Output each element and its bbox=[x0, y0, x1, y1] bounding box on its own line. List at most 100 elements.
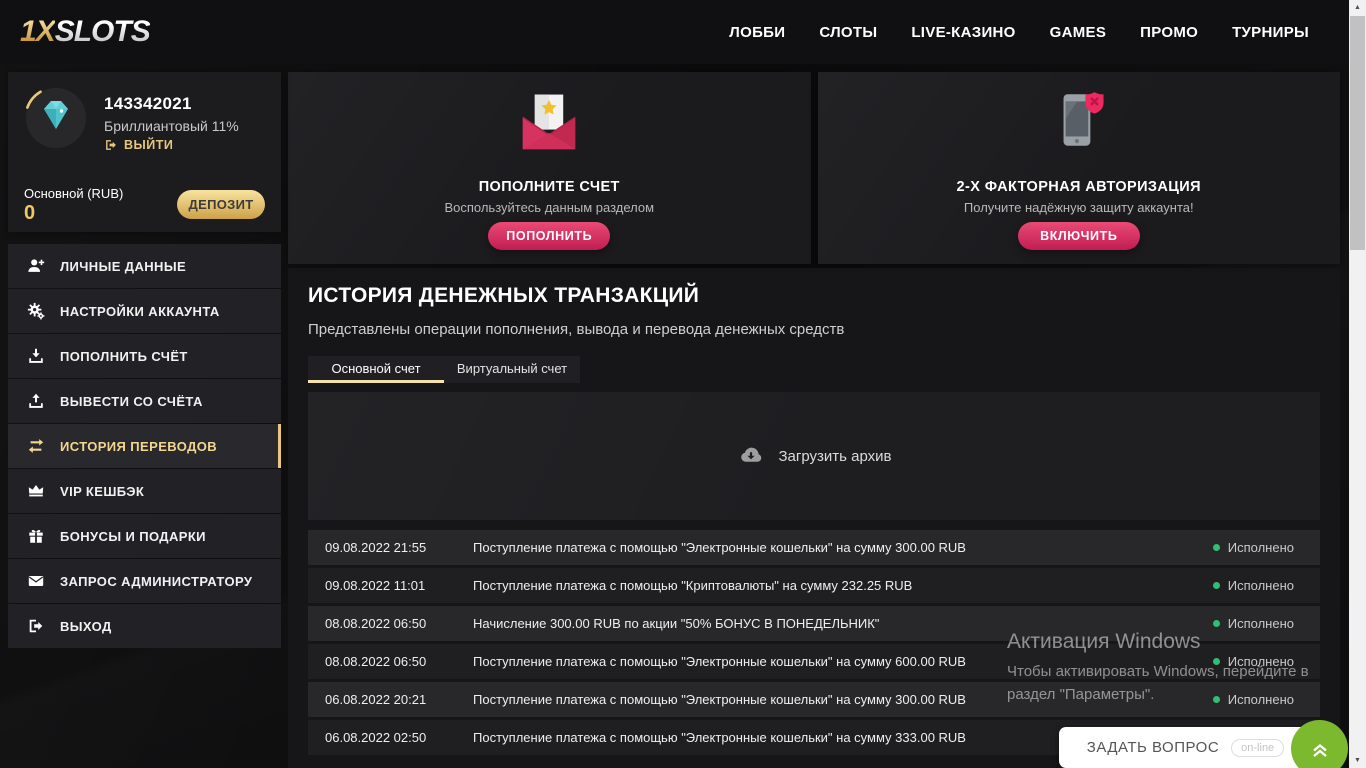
online-badge: on-line bbox=[1231, 738, 1285, 757]
ask-question-widget[interactable]: ЗАДАТЬ ВОПРОС on-line bbox=[1059, 727, 1312, 768]
promo-card-subtitle: Получите надёжную защиту аккаунта! bbox=[963, 200, 1194, 215]
site-logo[interactable]: 1XSLOTS bbox=[20, 15, 151, 48]
chat-fab-button[interactable] bbox=[1291, 720, 1348, 768]
section-subtitle: Представлены операции пополнения, вывода… bbox=[308, 321, 845, 338]
account-tab[interactable]: Основной счет bbox=[308, 356, 444, 383]
transaction-history-section: ИСТОРИЯ ДЕНЕЖНЫХ ТРАНЗАКЦИЙ Представлены… bbox=[288, 268, 1340, 768]
transaction-description: Поступление платежа с помощью "Электронн… bbox=[473, 692, 966, 707]
sidebar-menu-item[interactable]: ВЫХОД bbox=[8, 604, 281, 648]
download-archive-button[interactable]: Загрузить архив bbox=[308, 392, 1320, 520]
transaction-status: Исполнено bbox=[1212, 578, 1294, 593]
transaction-date: 09.08.2022 11:01 bbox=[325, 578, 426, 593]
logo-1x: 1X bbox=[20, 15, 56, 48]
sidebar-menu-item[interactable]: НАСТРОЙКИ АККАУНТА bbox=[8, 289, 281, 333]
sidebar-menu-item[interactable]: VIP КЕШБЭК bbox=[8, 469, 281, 513]
promo-card-title: 2-Х ФАКТОРНАЯ АВТОРИЗАЦИЯ bbox=[956, 179, 1201, 195]
transaction-description: Поступление платежа с помощью "Электронн… bbox=[473, 540, 966, 555]
nav-item[interactable]: LIVE-КАЗИНО bbox=[911, 24, 1015, 41]
status-dot-icon bbox=[1212, 620, 1220, 627]
sidebar-menu-item-label: ВЫВЕСТИ СО СЧЁТА bbox=[60, 393, 203, 409]
page: 1XSLOTS ЛОББИ СЛОТЫ LIVE-КАЗИНО GAMES ПРОМО Т… bbox=[0, 0, 1366, 768]
account-sidebar: 143342021 Бриллиантовый 11% ВЫЙТИ Основн… bbox=[8, 72, 281, 649]
promo-card-subtitle: Воспользуйтесь данным разделом bbox=[444, 200, 655, 215]
status-dot-icon bbox=[1212, 544, 1220, 551]
sidebar-menu-item-label: БОНУСЫ И ПОДАРКИ bbox=[60, 528, 206, 544]
person-add-icon bbox=[26, 256, 46, 276]
wallet-balance: 0 bbox=[24, 202, 36, 224]
status-label: Исполнено bbox=[1227, 540, 1294, 555]
phone-shield-icon bbox=[818, 88, 1341, 154]
transaction-date: 08.08.2022 06:50 bbox=[325, 616, 427, 631]
nav-item[interactable]: GAMES bbox=[1050, 24, 1107, 41]
logout-icon bbox=[106, 140, 116, 150]
sidebar-menu-item[interactable]: ЗАПРОС АДМИНИСТРАТОРУ bbox=[8, 559, 281, 603]
sidebar-menu-item-label: VIP КЕШБЭК bbox=[60, 483, 145, 499]
status-dot-icon bbox=[1212, 658, 1220, 665]
transaction-date: 06.08.2022 20:21 bbox=[325, 692, 427, 707]
section-title: ИСТОРИЯ ДЕНЕЖНЫХ ТРАНЗАКЦИЙ bbox=[308, 284, 700, 307]
status-dot-icon bbox=[1212, 696, 1220, 703]
transaction-description: Начисление 300.00 RUB по акции "50% БОНУ… bbox=[473, 616, 880, 631]
transaction-row[interactable]: 09.08.2022 11:01 Поступление платежа с п… bbox=[308, 568, 1320, 603]
nav-item[interactable]: ТУРНИРЫ bbox=[1232, 24, 1309, 41]
envelope-icon bbox=[26, 571, 46, 591]
nav-item[interactable]: ЛОББИ bbox=[729, 24, 785, 41]
promo-card-title: ПОПОЛНИТЕ СЧЕТ bbox=[478, 179, 620, 195]
sidebar-menu-item[interactable]: ЛИЧНЫЕ ДАННЫЕ bbox=[8, 244, 281, 288]
user-level: Бриллиантовый 11% bbox=[104, 118, 239, 134]
sidebar-menu-item-label: ЗАПРОС АДМИНИСТРАТОРУ bbox=[60, 573, 253, 589]
sidebar-menu-item[interactable]: БОНУСЫ И ПОДАРКИ bbox=[8, 514, 281, 558]
download-archive-label: Загрузить архив bbox=[778, 447, 892, 465]
sidebar-menu-item-label: ЛИЧНЫЕ ДАННЫЕ bbox=[60, 258, 187, 274]
deposit-button[interactable]: ДЕПОЗИТ bbox=[177, 190, 265, 219]
deposit-icon bbox=[26, 346, 46, 366]
transaction-description: Поступление платежа с помощью "Криптовал… bbox=[473, 578, 913, 593]
transaction-status: Исполнено bbox=[1212, 654, 1294, 669]
logout-link[interactable]: ВЫЙТИ bbox=[104, 138, 173, 152]
scrollbar-thumb[interactable] bbox=[1350, 16, 1365, 250]
status-label: Исполнено bbox=[1227, 654, 1294, 669]
page-scrollbar[interactable]: ▲ ▼ bbox=[1349, 0, 1366, 768]
transaction-row[interactable]: 06.08.2022 20:21 Поступление платежа с п… bbox=[308, 682, 1320, 717]
withdraw-icon bbox=[26, 391, 46, 411]
diamond-avatar bbox=[24, 86, 88, 150]
status-label: Исполнено bbox=[1227, 692, 1294, 707]
status-dot-icon bbox=[1212, 582, 1220, 589]
promo-card: 2-Х ФАКТОРНАЯ АВТОРИЗАЦИЯ Получите надёж… bbox=[817, 72, 1341, 264]
sidebar-menu-item[interactable]: ВЫВЕСТИ СО СЧЁТА bbox=[8, 379, 281, 423]
transaction-table: 09.08.2022 21:55 Поступление платежа с п… bbox=[308, 530, 1320, 758]
transaction-date: 06.08.2022 02:50 bbox=[325, 730, 427, 745]
envelope-star-icon bbox=[288, 88, 811, 158]
transaction-row[interactable]: 08.08.2022 06:50 Поступление платежа с п… bbox=[308, 644, 1320, 679]
main-nav: ЛОББИ СЛОТЫ LIVE-КАЗИНО GAMES ПРОМО ТУРНИРЫ bbox=[729, 24, 1309, 41]
top-nav-bar: 1XSLOTS ЛОББИ СЛОТЫ LIVE-КАЗИНО GAMES ПРОМО Т… bbox=[0, 0, 1349, 64]
user-card: 143342021 Бриллиантовый 11% ВЫЙТИ Основн… bbox=[8, 72, 281, 232]
account-tab[interactable]: Виртуальный счет bbox=[444, 356, 580, 383]
nav-item[interactable]: СЛОТЫ bbox=[819, 24, 877, 41]
scrollbar-up-arrow[interactable]: ▲ bbox=[1349, 0, 1366, 15]
transaction-status: Исполнено bbox=[1212, 616, 1294, 631]
double-chevron-up-icon bbox=[1312, 743, 1327, 757]
transaction-date: 09.08.2022 21:55 bbox=[325, 540, 427, 555]
promo-card: ПОПОЛНИТЕ СЧЕТ Воспользуйтесь данным раз… bbox=[288, 72, 811, 264]
nav-item[interactable]: ПРОМО bbox=[1140, 24, 1198, 41]
transaction-row[interactable]: 09.08.2022 21:55 Поступление платежа с п… bbox=[308, 530, 1320, 565]
transaction-status: Исполнено bbox=[1212, 692, 1294, 707]
scrollbar-down-arrow[interactable]: ▼ bbox=[1349, 753, 1366, 768]
logout-icon bbox=[26, 616, 46, 636]
sidebar-menu: ЛИЧНЫЕ ДАННЫЕ НАСТРОЙКИ АККАУНТА ПОПОЛНИ… bbox=[8, 244, 281, 648]
sidebar-menu-item[interactable]: ПОПОЛНИТЬ СЧЁТ bbox=[8, 334, 281, 378]
transaction-date: 08.08.2022 06:50 bbox=[325, 654, 427, 669]
gears-icon bbox=[26, 301, 46, 321]
promo-card-button[interactable]: ВКЛЮЧИТЬ bbox=[1017, 222, 1140, 250]
sidebar-menu-item-label: НАСТРОЙКИ АККАУНТА bbox=[60, 303, 220, 319]
transaction-row[interactable]: 08.08.2022 06:50 Начисление 300.00 RUB п… bbox=[308, 606, 1320, 641]
crown-icon bbox=[26, 481, 46, 501]
status-label: Исполнено bbox=[1227, 616, 1294, 631]
promo-card-button[interactable]: ПОПОЛНИТЬ bbox=[488, 222, 611, 250]
sidebar-menu-item-label: ИСТОРИЯ ПЕРЕВОДОВ bbox=[60, 438, 218, 454]
sidebar-menu-item[interactable]: ИСТОРИЯ ПЕРЕВОДОВ bbox=[8, 424, 281, 468]
logout-label: ВЫЙТИ bbox=[124, 138, 174, 152]
cloud-download-icon bbox=[741, 447, 762, 462]
status-label: Исполнено bbox=[1227, 578, 1294, 593]
